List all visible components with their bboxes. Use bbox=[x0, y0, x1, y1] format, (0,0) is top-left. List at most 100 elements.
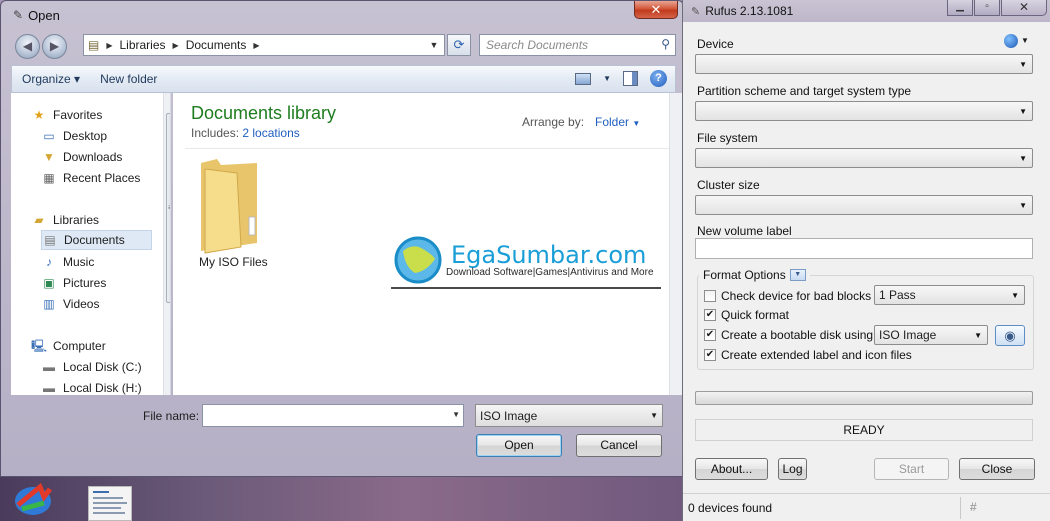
bootable-label: Create a bootable disk using bbox=[721, 328, 874, 342]
file-system-select[interactable]: ▼ bbox=[695, 148, 1033, 168]
check-bad-blocks-row[interactable]: Check device for bad blocks bbox=[704, 289, 871, 303]
chevron-right-icon[interactable]: ▶ bbox=[170, 41, 182, 50]
partition-scheme-select[interactable]: ▼ bbox=[695, 101, 1033, 121]
chevron-right-icon[interactable]: ▶ bbox=[250, 41, 262, 50]
file-name-input[interactable]: ▼ bbox=[202, 404, 464, 427]
refresh-button[interactable]: ⟳ bbox=[447, 34, 471, 56]
library-includes: Includes: 2 locations bbox=[191, 126, 300, 140]
maximize-button[interactable]: ▫ bbox=[974, 0, 1000, 16]
hash-button[interactable]: # bbox=[970, 500, 977, 514]
extended-label-row[interactable]: ✔ Create extended label and icon files bbox=[704, 348, 912, 362]
videos-icon: ▥ bbox=[43, 297, 55, 311]
chevron-down-icon: ▼ bbox=[974, 331, 982, 340]
bootable-disk-row[interactable]: ✔ Create a bootable disk using bbox=[704, 328, 873, 342]
chevron-right-icon[interactable]: ▶ bbox=[103, 41, 115, 50]
breadcrumb-libraries[interactable]: Libraries bbox=[116, 38, 170, 52]
nav-desktop[interactable]: ▭ Desktop bbox=[41, 126, 170, 146]
open-button[interactable]: Open bbox=[476, 434, 562, 457]
chevron-down-icon: ▼ bbox=[1019, 60, 1027, 69]
content-scrollbar[interactable] bbox=[669, 93, 683, 395]
scroll-grip-icon: ≡ bbox=[168, 203, 170, 212]
language-dropdown-icon[interactable]: ▼ bbox=[1021, 36, 1029, 45]
rufus-title-group: ✎ Rufus 2.13.1081 bbox=[691, 4, 793, 18]
documents-icon: ▤ bbox=[44, 233, 56, 247]
cluster-size-select[interactable]: ▼ bbox=[695, 195, 1033, 215]
nav-label: Computer bbox=[53, 339, 106, 353]
passes-select[interactable]: 1 Pass ▼ bbox=[874, 285, 1025, 305]
back-button[interactable]: ◀ bbox=[15, 34, 40, 59]
expand-toggle-icon[interactable]: ▼ bbox=[789, 269, 806, 281]
bootable-checkbox[interactable]: ✔ bbox=[704, 329, 716, 341]
rufus-close-window-button[interactable]: ✕ bbox=[1001, 0, 1047, 16]
library-title: Documents library bbox=[191, 103, 337, 123]
chevron-down-icon[interactable]: ▼ bbox=[452, 410, 460, 419]
forward-button[interactable]: ▶ bbox=[42, 34, 67, 59]
file-type-select[interactable]: ISO Image ▼ bbox=[475, 404, 663, 427]
device-select[interactable]: ▼ bbox=[695, 54, 1033, 74]
breadcrumb-documents[interactable]: Documents bbox=[182, 38, 251, 52]
format-options-header: Format Options ▼ bbox=[699, 268, 810, 282]
arrange-by-value: Folder bbox=[595, 115, 630, 129]
organize-menu[interactable]: Organize ▾ bbox=[12, 72, 90, 86]
preview-pane-icon[interactable] bbox=[623, 71, 638, 86]
locations-link[interactable]: 2 locations bbox=[242, 126, 299, 140]
statusbar-divider bbox=[960, 497, 961, 519]
change-view-icon[interactable] bbox=[575, 72, 592, 85]
nav-label: Downloads bbox=[63, 150, 123, 164]
chevron-down-icon: ▼ bbox=[1011, 291, 1019, 300]
download-manager-desktop-icon[interactable] bbox=[10, 479, 56, 519]
nav-libraries[interactable]: ▰ Libraries bbox=[31, 210, 170, 230]
back-arrow-icon: ◀ bbox=[22, 39, 33, 53]
cluster-size-label: Cluster size bbox=[697, 178, 760, 192]
new-folder-button[interactable]: New folder bbox=[90, 72, 167, 86]
rufus-window: ✎ Rufus 2.13.1081 ▁ ▫ ✕ Device ▼ ▼ Parti… bbox=[682, 0, 1050, 521]
about-button[interactable]: About... bbox=[695, 458, 768, 480]
quick-format-row[interactable]: ✔ Quick format bbox=[704, 308, 789, 322]
computer-icon: 🖳 bbox=[31, 339, 48, 353]
globe-icon[interactable] bbox=[1004, 34, 1018, 48]
close-button[interactable]: ✕ bbox=[634, 1, 678, 19]
view-options-dropdown-icon[interactable]: ▼ bbox=[603, 74, 611, 83]
star-icon: ★ bbox=[33, 108, 45, 122]
nav-local-disk-h[interactable]: ▬ Local Disk (H:) bbox=[41, 378, 170, 395]
folder-icon[interactable] bbox=[197, 155, 261, 255]
minimize-button[interactable]: ▁ bbox=[947, 0, 973, 16]
nav-music[interactable]: ♪ Music bbox=[41, 252, 170, 272]
nav-local-disk-c[interactable]: ▬ Local Disk (C:) bbox=[41, 357, 170, 377]
nav-recent-places[interactable]: ▦ Recent Places bbox=[41, 168, 170, 188]
nav-documents[interactable]: ▤ Documents bbox=[41, 230, 152, 250]
nav-label: Videos bbox=[63, 297, 100, 311]
command-toolbar: Organize ▾ New folder ▼ ? bbox=[11, 65, 676, 93]
nav-label: Local Disk (H:) bbox=[63, 381, 142, 395]
file-system-label: File system bbox=[697, 131, 758, 145]
address-bar[interactable]: ▤ ▶ Libraries ▶ Documents ▶ ▼ bbox=[83, 34, 445, 56]
chevron-down-icon: ▼ bbox=[1019, 201, 1027, 210]
address-dropdown-icon[interactable]: ▼ bbox=[426, 37, 442, 53]
nav-computer[interactable]: 🖳 Computer bbox=[31, 336, 170, 356]
close-button[interactable]: Close bbox=[959, 458, 1035, 480]
folder-label[interactable]: My ISO Files bbox=[199, 255, 268, 269]
nav-label: Recent Places bbox=[63, 171, 141, 185]
arrange-by-dropdown[interactable]: Folder ▼ bbox=[595, 115, 640, 129]
nav-pictures[interactable]: ▣ Pictures bbox=[41, 273, 170, 293]
help-icon[interactable]: ? bbox=[650, 70, 667, 87]
search-input[interactable]: Search Documents ⚲ bbox=[479, 34, 676, 56]
nav-favorites[interactable]: ★ Favorites bbox=[31, 105, 170, 125]
chevron-down-icon: ▼ bbox=[632, 119, 641, 128]
nav-downloads[interactable]: ▼ Downloads bbox=[41, 147, 170, 167]
bad-blocks-checkbox[interactable] bbox=[704, 290, 716, 302]
nav-label: Favorites bbox=[53, 108, 103, 122]
start-button[interactable]: Start bbox=[874, 458, 949, 480]
document-thumbnail-desktop-icon[interactable] bbox=[88, 486, 132, 521]
extended-label-checkbox[interactable]: ✔ bbox=[704, 349, 716, 361]
format-options-label: Format Options bbox=[703, 268, 786, 282]
log-button[interactable]: Log bbox=[778, 458, 807, 480]
cancel-button[interactable]: Cancel bbox=[576, 434, 662, 457]
volume-label-input[interactable] bbox=[695, 238, 1033, 259]
nav-scrollbar[interactable]: ≡ bbox=[163, 93, 170, 395]
select-image-button[interactable]: ◉ bbox=[995, 325, 1025, 346]
quick-format-checkbox[interactable]: ✔ bbox=[704, 309, 716, 321]
file-name-label: File name: bbox=[143, 409, 200, 423]
boot-source-select[interactable]: ISO Image ▼ bbox=[874, 325, 988, 345]
nav-videos[interactable]: ▥ Videos bbox=[41, 294, 170, 314]
